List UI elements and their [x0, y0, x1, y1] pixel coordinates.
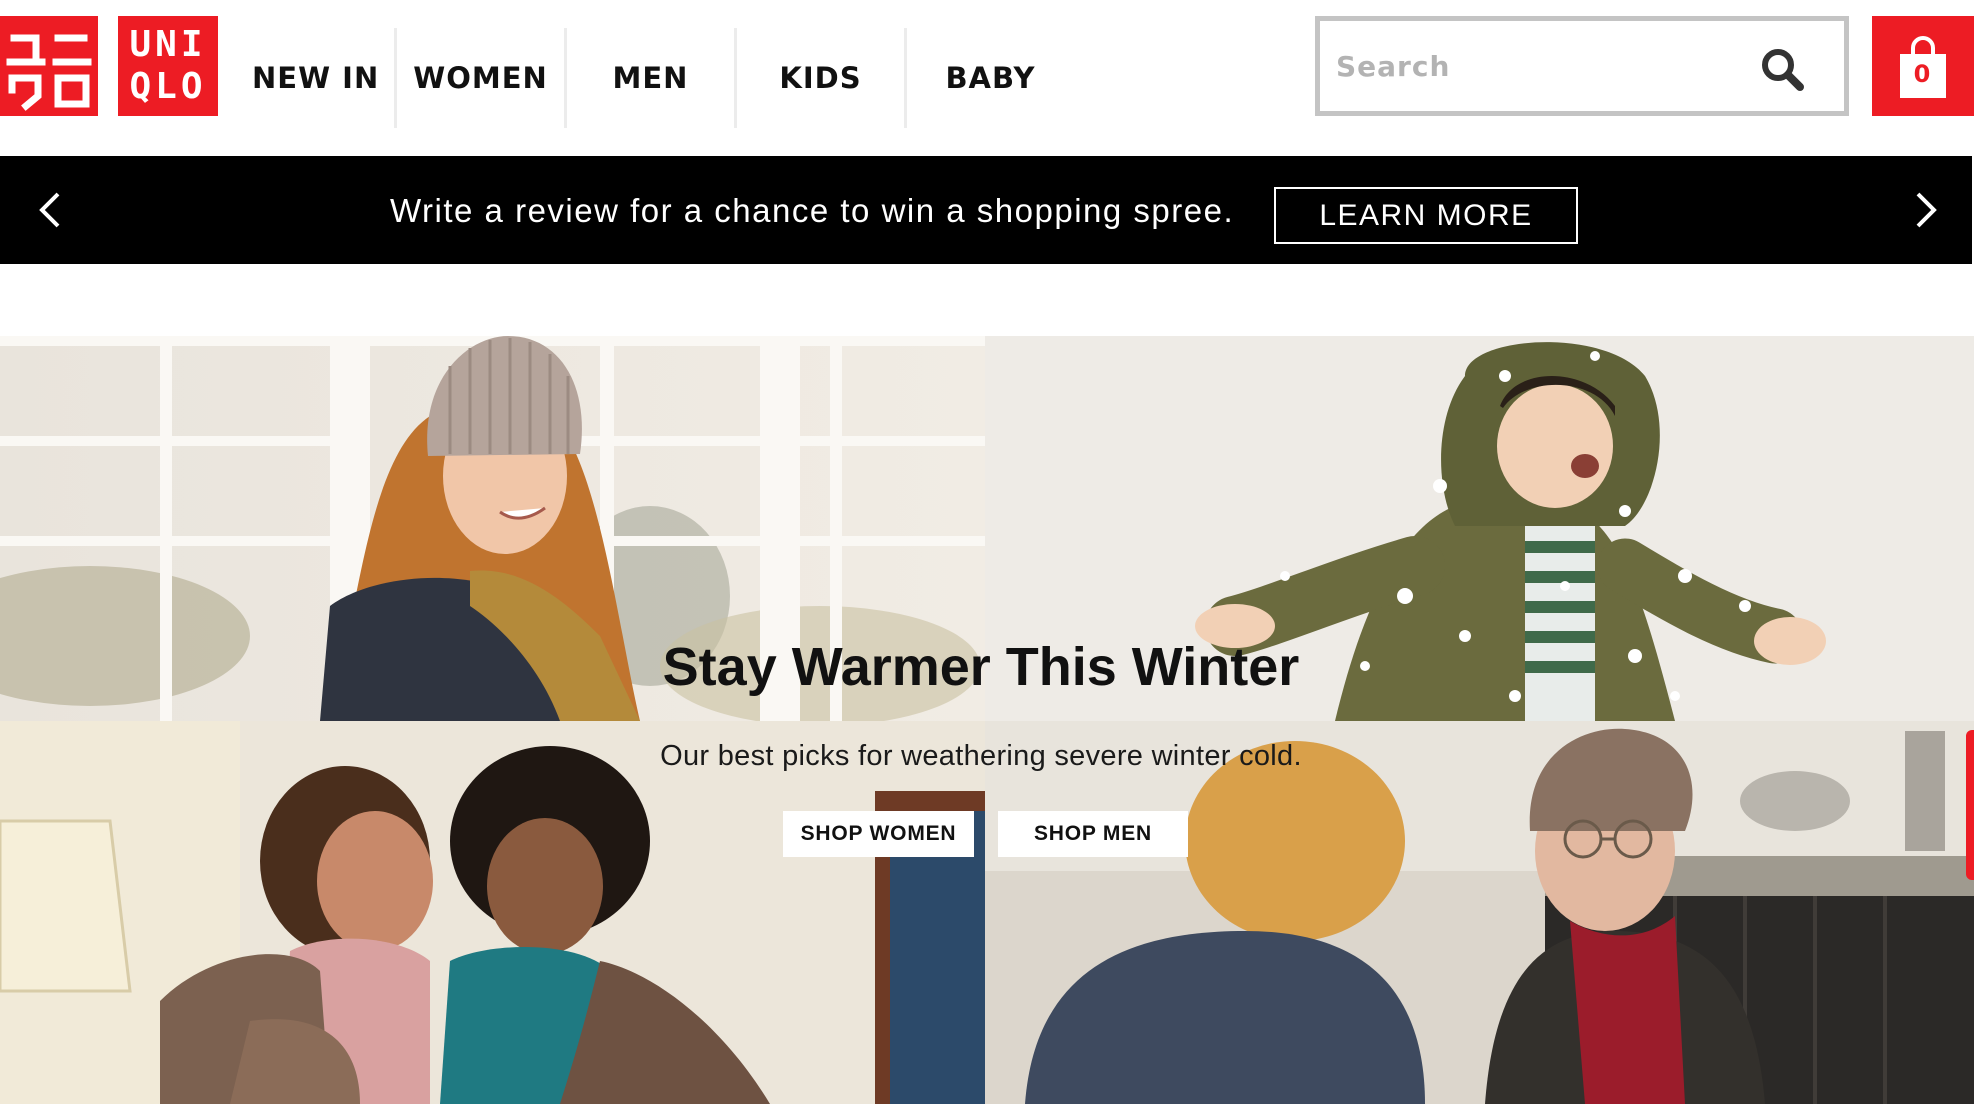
hero-photo-3	[0, 721, 985, 1104]
hero-title: Stay Warmer This Winter	[662, 637, 1300, 697]
nav-item-baby[interactable]: BABY	[904, 28, 1074, 128]
shop-women-button[interactable]: SHOP WOMEN	[783, 811, 974, 857]
logo-line-1: UNI	[129, 24, 207, 65]
chevron-left-icon[interactable]	[28, 186, 76, 234]
feedback-side-tab[interactable]	[1966, 730, 1974, 880]
main-nav: NEW IN WOMEN MEN KIDS BABY	[232, 28, 1074, 128]
uniqlo-logo-english[interactable]: UNI QLO	[118, 16, 218, 116]
search-box	[1315, 16, 1849, 116]
logo-line-2: QLO	[129, 66, 207, 107]
promo-banner: Write a review for a chance to win a sho…	[0, 156, 1972, 264]
site-header: UNI QLO NEW IN WOMEN MEN KIDS BABY 0	[0, 0, 1974, 156]
chevron-right-icon[interactable]	[1900, 186, 1948, 234]
nav-item-new-in[interactable]: NEW IN	[232, 28, 394, 128]
search-icon[interactable]	[1758, 45, 1806, 93]
logo-wordmark: UNI QLO	[118, 16, 218, 116]
nav-item-men[interactable]: MEN	[564, 28, 734, 128]
nav-item-women[interactable]: WOMEN	[394, 28, 564, 128]
nav-item-kids[interactable]: KIDS	[734, 28, 904, 128]
hero-image-man-cafe[interactable]	[985, 721, 1974, 1104]
katakana-logo-icon	[6, 34, 92, 111]
cart-count: 0	[1913, 60, 1931, 88]
shop-men-button[interactable]: SHOP MEN	[998, 811, 1188, 857]
uniqlo-logo-japanese[interactable]	[0, 16, 98, 116]
hero-section: Stay Warmer This Winter Our best picks f…	[0, 336, 1974, 1104]
hero-photo-4	[985, 721, 1974, 1104]
hero-image-women-blanket[interactable]	[0, 721, 985, 1104]
hero-subtitle: Our best picks for weathering severe win…	[660, 740, 1302, 772]
learn-more-button[interactable]: LEARN MORE	[1274, 187, 1578, 244]
cart-button[interactable]: 0	[1872, 16, 1974, 116]
search-input[interactable]	[1336, 43, 1736, 89]
promo-text: Write a review for a chance to win a sho…	[390, 192, 1235, 229]
